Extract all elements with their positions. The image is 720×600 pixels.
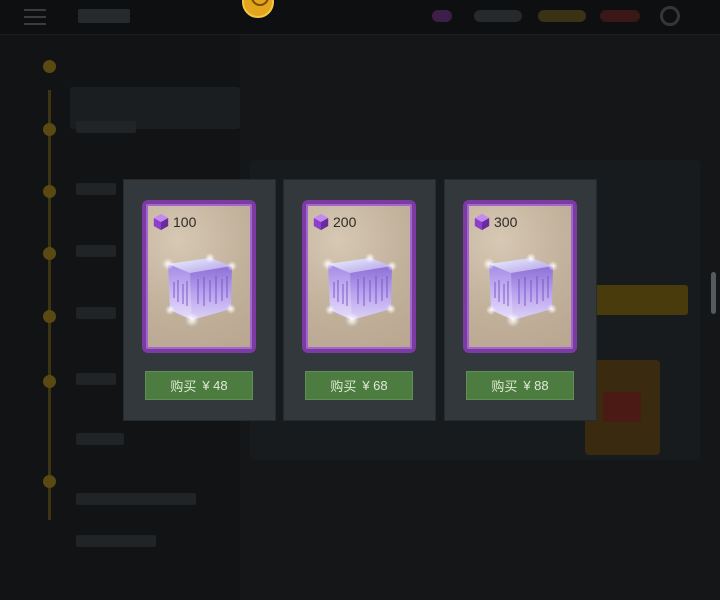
sidebar-dot-icon <box>43 185 56 198</box>
item-card[interactable]: 300 <box>463 200 577 353</box>
quantity-label: 100 <box>152 212 196 232</box>
sidebar-dot-icon <box>43 310 56 323</box>
background-action-button[interactable] <box>588 285 688 315</box>
sidebar-item[interactable] <box>76 433 124 445</box>
quantity-label: 300 <box>473 212 517 232</box>
glowing-crystal-cube-icon <box>162 253 237 327</box>
top-bar-title-placeholder <box>78 9 130 23</box>
sidebar-item[interactable] <box>76 493 196 505</box>
offer-card: 200 购买 ¥ 68 <box>284 180 435 420</box>
sidebar-item[interactable] <box>76 245 116 257</box>
offer-card: 300 购买 ¥ 88 <box>445 180 596 420</box>
buy-label: 购买 <box>330 379 357 394</box>
sidebar-item[interactable] <box>76 535 156 547</box>
buy-button[interactable]: 购买 ¥ 68 <box>305 371 413 400</box>
purple-gem-cube-icon <box>313 213 329 231</box>
buy-label: 购买 <box>491 379 518 394</box>
top-bar <box>0 0 720 35</box>
sidebar-dot-icon <box>43 247 56 260</box>
sidebar-item[interactable] <box>76 373 116 385</box>
ticket-resource-counter <box>600 10 640 22</box>
smiley-logo-icon <box>242 0 274 18</box>
sidebar-item[interactable] <box>76 183 116 195</box>
glowing-crystal-cube-icon <box>483 253 558 327</box>
resource-counter <box>474 10 522 22</box>
item-card[interactable]: 100 <box>142 200 256 353</box>
purple-gem-cube-icon <box>474 213 490 231</box>
sidebar-item[interactable] <box>76 121 136 133</box>
sidebar-timeline <box>48 90 51 520</box>
sidebar-dot-icon <box>43 123 56 136</box>
price-value: ¥ 48 <box>202 378 228 393</box>
gear-icon[interactable] <box>660 6 680 26</box>
quantity-value: 300 <box>494 214 518 230</box>
sidebar-item[interactable] <box>76 307 116 319</box>
price-value: ¥ 88 <box>523 378 549 393</box>
quantity-value: 200 <box>333 214 357 230</box>
purple-gem-cube-icon <box>153 213 169 231</box>
scrollbar[interactable] <box>711 272 716 314</box>
menu-icon[interactable] <box>24 9 46 25</box>
buy-label: 购买 <box>170 379 197 394</box>
gem-resource-icon <box>432 10 452 22</box>
glowing-crystal-cube-icon <box>322 253 397 327</box>
buy-button[interactable]: 购买 ¥ 88 <box>466 371 574 400</box>
offer-card: 100 购买 ¥ 48 <box>124 180 275 420</box>
sidebar-dot-icon <box>43 375 56 388</box>
quantity-value: 100 <box>173 214 197 230</box>
treasure-chest-icon <box>585 360 660 455</box>
sidebar-dot-icon <box>43 475 56 488</box>
sidebar-dot-icon <box>43 60 56 73</box>
quantity-label: 200 <box>312 212 356 232</box>
gold-resource-counter <box>538 10 586 22</box>
price-value: ¥ 68 <box>362 378 388 393</box>
item-card[interactable]: 200 <box>302 200 416 353</box>
buy-button[interactable]: 购买 ¥ 48 <box>145 371 253 400</box>
